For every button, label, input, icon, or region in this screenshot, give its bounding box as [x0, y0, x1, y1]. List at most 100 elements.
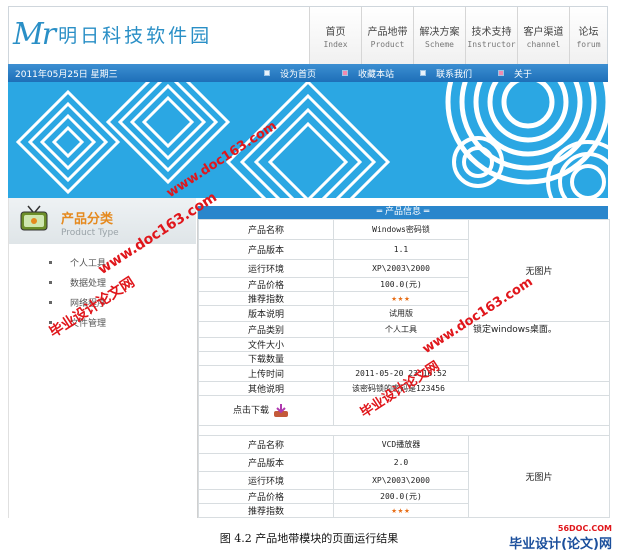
- logo-text: 明日科技软件园: [58, 24, 213, 47]
- product-version: 1.1: [333, 239, 469, 260]
- product-rating: ★★★: [333, 291, 469, 306]
- field-label: 产品名称: [198, 219, 334, 240]
- nav-label-en: Index: [323, 40, 348, 49]
- nav-item-index[interactable]: 首页 Index: [309, 7, 361, 65]
- footer-logo-url: 56DOC.COM: [557, 524, 612, 533]
- current-date: 2011年05月25日 星期三: [15, 69, 118, 80]
- tv-icon: [20, 205, 48, 231]
- star-rating: ★★★: [391, 293, 411, 304]
- product-image-cell: 无图片: [468, 219, 610, 322]
- category-item[interactable]: 文件管理: [9, 312, 196, 332]
- product-panel-heading: ═ 产品信息 ═: [198, 206, 608, 219]
- bullet-icon: [498, 70, 505, 76]
- sidebar-subtitle: Product Type: [61, 228, 119, 238]
- nav-item-forum[interactable]: 论坛 forum: [569, 7, 607, 65]
- no-image-text: 无图片: [525, 473, 553, 483]
- site-logo[interactable]: Mr 明日科技软件园: [13, 11, 212, 57]
- info-bar: 2011年05月25日 星期三 设为首页 收藏本站 联系我们 关于: [8, 64, 608, 82]
- category-item[interactable]: 网络程序: [9, 292, 196, 312]
- bullet-icon: [49, 260, 52, 264]
- main-nav: 首页 Index 产品地带 Product 解决方案 Scheme 技术支持 I…: [309, 7, 607, 65]
- download-label: 点击下载: [233, 406, 270, 417]
- hero-banner: [8, 82, 608, 198]
- description-text: 锁定windows桌面。: [473, 325, 557, 335]
- nav-item-instructor[interactable]: 技术支持 Instructor: [465, 7, 517, 65]
- field-label: 产品价格: [198, 489, 334, 504]
- banner-pattern: [8, 82, 608, 198]
- download-icon: [273, 403, 288, 417]
- product-rating: ★★★: [333, 503, 469, 518]
- category-label: 个人工具: [70, 258, 107, 269]
- nav-item-product[interactable]: 产品地带 Product: [361, 7, 413, 65]
- nav-label: 客户渠道: [523, 27, 564, 38]
- field-label: 版本说明: [198, 305, 334, 322]
- product-description: 锁定windows桌面。: [468, 321, 610, 382]
- bullet-icon: [264, 70, 270, 76]
- download-cell[interactable]: 点击下载: [198, 395, 334, 426]
- category-item[interactable]: 数据处理: [9, 272, 196, 292]
- bullet-icon: [420, 70, 427, 76]
- link-label: 联系我们: [436, 69, 473, 80]
- field-label: 运行环境: [198, 471, 334, 490]
- field-label: 文件大小: [198, 337, 334, 352]
- sidebar-title: 产品分类: [61, 212, 114, 227]
- field-label: 产品名称: [198, 435, 334, 454]
- field-label: 其他说明: [198, 381, 334, 396]
- bullet-icon: [49, 320, 52, 324]
- nav-label: 产品地带: [367, 27, 408, 38]
- field-label: 上传时间: [198, 365, 334, 382]
- nav-label: 解决方案: [419, 27, 460, 38]
- product-downloads: [333, 351, 469, 366]
- category-label: 文件管理: [70, 318, 107, 329]
- product-edition: 试用版: [333, 305, 469, 322]
- nav-item-channel[interactable]: 客户渠道 channel: [517, 7, 569, 65]
- nav-label: 首页: [325, 27, 346, 38]
- field-label: 推荐指数: [198, 503, 334, 518]
- bullet-icon: [342, 70, 349, 76]
- product-size: [333, 337, 469, 352]
- nav-item-scheme[interactable]: 解决方案 Scheme: [413, 7, 465, 65]
- product-upload-time: 2011-05-20 23:16:52: [333, 365, 469, 382]
- product-name: VCD播放器: [333, 435, 469, 454]
- nav-label-en: Product: [370, 40, 405, 49]
- nav-label: 技术支持: [471, 27, 512, 38]
- nav-label: 论坛: [578, 27, 599, 38]
- product-category: 个人工具: [333, 321, 469, 338]
- product-env: XP\2003\2000: [333, 259, 469, 278]
- bookmark-link[interactable]: 收藏本站: [342, 67, 394, 80]
- sidebar-header: 产品分类 Product Type: [9, 198, 196, 244]
- field-label: 产品类别: [198, 321, 334, 338]
- nav-label-en: forum: [576, 40, 601, 49]
- field-label: 产品版本: [198, 239, 334, 260]
- product-price: 100.0(元): [333, 277, 469, 292]
- product-name: Windows密码锁: [333, 219, 469, 240]
- row-separator-cell: [198, 425, 610, 436]
- footer-logo: 56DOC.COM 毕业设计(论文)网: [509, 524, 612, 551]
- category-label: 网络程序: [70, 298, 107, 309]
- contact-link[interactable]: 联系我们: [420, 67, 472, 80]
- nav-label-en: Instructor: [467, 40, 516, 49]
- field-label: 推荐指数: [198, 291, 334, 306]
- no-image-text: 无图片: [525, 267, 553, 277]
- product-price: 200.0(元): [333, 489, 469, 504]
- product-image-cell: 无图片: [468, 435, 610, 518]
- star-rating: ★★★: [391, 505, 411, 516]
- link-label: 收藏本站: [358, 69, 395, 80]
- category-sidebar: 产品分类 Product Type 个人工具 数据处理 网络程序 文件管理: [8, 198, 196, 518]
- field-label: 下载数量: [198, 351, 334, 366]
- nav-label-en: channel: [526, 40, 561, 49]
- product-panel: ═ 产品信息 ═ 产品名称 Windows密码锁 无图片 产品版本 1.1 运行…: [197, 206, 610, 518]
- about-link[interactable]: 关于: [498, 67, 532, 80]
- site-header: Mr 明日科技软件园 首页 Index 产品地带 Product 解决方案 Sc…: [8, 6, 608, 65]
- link-label: 关于: [514, 69, 533, 80]
- bullet-icon: [49, 280, 52, 284]
- nav-label-en: Scheme: [425, 40, 454, 49]
- set-homepage-link[interactable]: 设为首页: [264, 67, 316, 80]
- logo-mark: Mr: [13, 16, 56, 52]
- row-separator: [198, 425, 610, 436]
- product-table: 产品名称 Windows密码锁 无图片 产品版本 1.1 运行环境 XP\200…: [198, 219, 610, 518]
- product-notes: 该密码锁的密码是123456: [333, 381, 610, 396]
- quick-links: 设为首页 收藏本站 联系我们 关于: [264, 67, 558, 80]
- category-item[interactable]: 个人工具: [9, 252, 196, 272]
- field-label: 产品价格: [198, 277, 334, 292]
